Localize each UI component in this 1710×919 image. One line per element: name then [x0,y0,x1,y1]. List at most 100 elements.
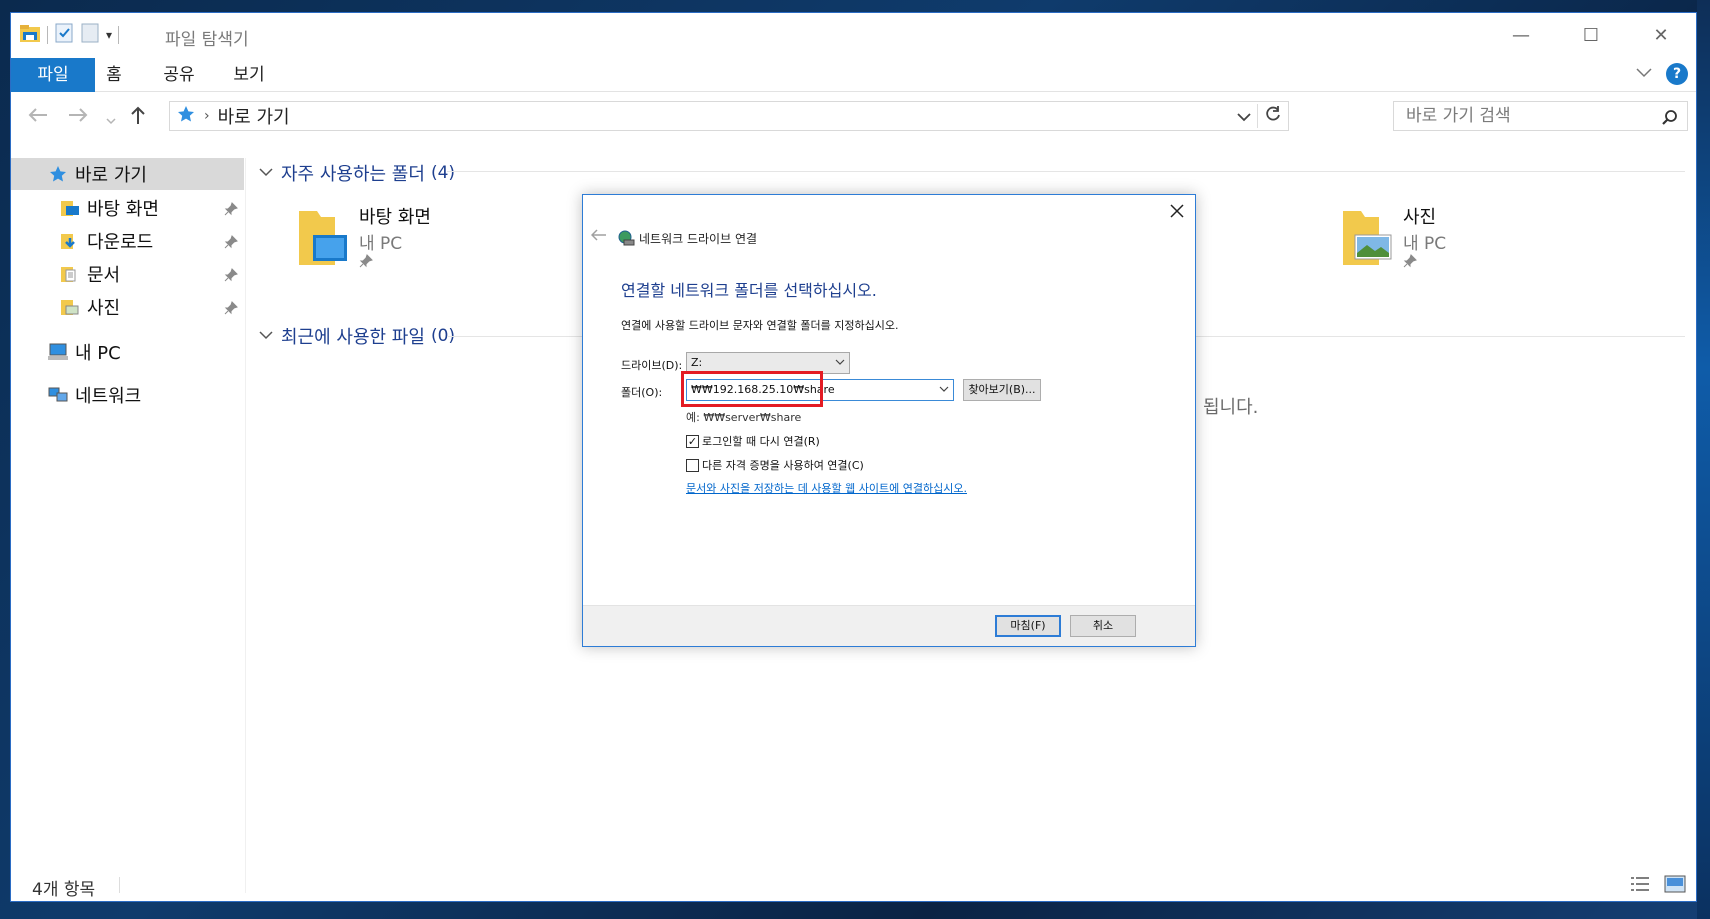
recent-locations-chevron-icon[interactable] [105,107,117,131]
dialog-title: 네트워크 드라이브 연결 [639,232,758,246]
collapse-chevron-icon[interactable] [259,328,273,344]
sidebar-item-network[interactable]: 네트워크 [11,379,244,411]
refresh-icon[interactable] [1258,105,1288,127]
tab-file[interactable]: 파일 [11,58,95,92]
up-arrow-icon[interactable] [129,105,147,130]
item-count: 4개 항목 [32,880,96,900]
tab-view[interactable]: 보기 [231,58,267,92]
status-separator [119,877,120,893]
chevron-down-icon[interactable] [939,380,949,400]
breadcrumb-separator-icon: › [204,108,210,124]
new-folder-icon[interactable] [80,22,100,48]
downloads-folder-icon [59,230,81,252]
sidebar-item-label: 바탕 화면 [87,199,159,220]
search-input[interactable]: 바로 가기 검색 [1393,101,1688,131]
sidebar-item-label: 바로 가기 [75,165,147,186]
folder-name: 바탕 화면 [359,207,431,228]
explorer-folder-icon [19,22,41,48]
quick-access-toolbar: ▾ [19,22,120,48]
cancel-button[interactable]: 취소 [1070,615,1136,637]
window-title: 파일 탐색기 [165,30,249,50]
pictures-folder-icon [59,296,81,318]
map-network-drive-dialog: 네트워크 드라이브 연결 연결할 네트워크 폴더를 선택하십시오. 연결에 사용… [582,194,1196,647]
desktop-folder-icon [295,207,351,273]
breadcrumb[interactable]: 바로 가기 [218,103,290,129]
search-icon[interactable] [1661,109,1679,131]
navigation-pane: 바로 가기 바탕 화면 다운로드 문서 사진 내 PC 네트워크 [11,158,246,893]
close-button[interactable]: ✕ [1626,13,1696,57]
group-header-frequent[interactable]: 자주 사용하는 폴더 (4) [259,160,455,186]
pin-icon[interactable] [224,299,238,320]
credentials-checkbox[interactable]: 다른 자격 증명을 사용하여 연결(C) [686,457,864,473]
star-icon [47,163,69,185]
toolbar-separator [47,26,48,44]
help-icon[interactable]: ? [1666,63,1688,85]
group-divider [447,171,1685,172]
collapse-chevron-icon[interactable] [259,165,273,181]
sidebar-item-this-pc[interactable]: 내 PC [11,336,244,368]
group-count: (4) [430,163,456,183]
sidebar-item-desktop[interactable]: 바탕 화면 [11,192,244,224]
minimize-button[interactable]: — [1486,13,1556,57]
folder-name: 사진 [1403,207,1437,228]
sidebar-item-label: 내 PC [75,343,121,364]
sidebar-item-label: 문서 [87,265,121,286]
folder-location: 내 PC [359,234,403,254]
expand-ribbon-icon[interactable] [1636,66,1652,82]
back-arrow-icon[interactable] [27,105,49,129]
folder-tile-pictures[interactable]: 사진 내 PC [1339,203,1599,283]
computer-icon [47,341,69,363]
reconnect-checkbox[interactable]: ✓ 로그인할 때 다시 연결(R) [686,433,820,449]
status-bar: 4개 항목 [11,871,1696,901]
star-icon [176,104,196,128]
details-view-icon[interactable] [1630,875,1650,897]
address-bar-actions [1231,102,1288,130]
pictures-folder-icon [1339,207,1395,273]
properties-icon[interactable] [54,22,74,48]
network-drive-icon [617,229,635,251]
dialog-description: 연결에 사용할 드라이브 문자와 연결할 폴더를 지정하십시오. [621,319,899,332]
folder-tile-desktop[interactable]: 바탕 화면 내 PC [295,203,555,283]
reconnect-label: 로그인할 때 다시 연결(R) [702,435,820,448]
pin-icon[interactable] [224,266,238,287]
sidebar-item-pictures[interactable]: 사진 [11,291,244,323]
checkbox-unchecked-icon [686,458,699,472]
pin-icon[interactable] [224,200,238,221]
tab-home[interactable]: 홈 [103,58,125,92]
sidebar-item-label: 사진 [87,298,121,319]
dialog-close-button[interactable] [1165,199,1189,223]
navigation-bar: › 바로 가기 바로 가기 검색 [11,97,1696,137]
group-header-recent[interactable]: 최근에 사용한 파일 (0) [259,323,455,349]
sidebar-item-quick-access[interactable]: 바로 가기 [11,158,244,190]
customize-toolbar-icon[interactable]: ▾ [106,28,112,42]
chevron-down-icon [835,353,845,373]
credentials-label: 다른 자격 증명을 사용하여 연결(C) [702,459,864,472]
maximize-button[interactable]: ☐ [1556,13,1626,57]
toolbar-separator [118,26,120,44]
view-toggle [1630,875,1686,897]
large-icons-view-icon[interactable] [1664,875,1686,897]
ribbon-right-controls: ? [1636,63,1688,85]
pin-icon[interactable] [224,233,238,254]
ribbon-tabs: 파일 홈 공유 보기 ? [11,58,1696,92]
dialog-heading: 연결할 네트워크 폴더를 선택하십시오. [621,281,877,300]
sidebar-item-label: 다운로드 [87,232,154,253]
address-bar[interactable]: › 바로 가기 [169,101,1289,131]
empty-recent-message: 됩니다. [1203,397,1259,418]
desktop-background-edge [1697,0,1710,919]
desktop-folder-icon [59,197,81,219]
sidebar-item-downloads[interactable]: 다운로드 [11,225,244,257]
finish-button[interactable]: 마침(F) [995,615,1061,637]
tab-share[interactable]: 공유 [161,58,197,92]
sidebar-item-label: 네트워크 [75,386,142,407]
drive-select-value: Z: [691,356,703,369]
file-explorer-window: ▾ 파일 탐색기 — ☐ ✕ 파일 홈 공유 보기 ? › 바로 가기 바로 가… [10,12,1697,902]
website-link[interactable]: 문서와 사진을 저장하는 데 사용할 웹 사이트에 연결하십시오. [686,480,967,496]
forward-arrow-icon[interactable] [67,105,89,129]
address-dropdown-icon[interactable] [1231,107,1257,126]
dialog-back-arrow-icon[interactable] [590,229,607,245]
dialog-footer: 마침(F) 취소 [583,605,1195,646]
network-icon [47,384,69,406]
browse-button[interactable]: 찾아보기(B)... [963,379,1041,401]
sidebar-item-documents[interactable]: 문서 [11,258,244,290]
